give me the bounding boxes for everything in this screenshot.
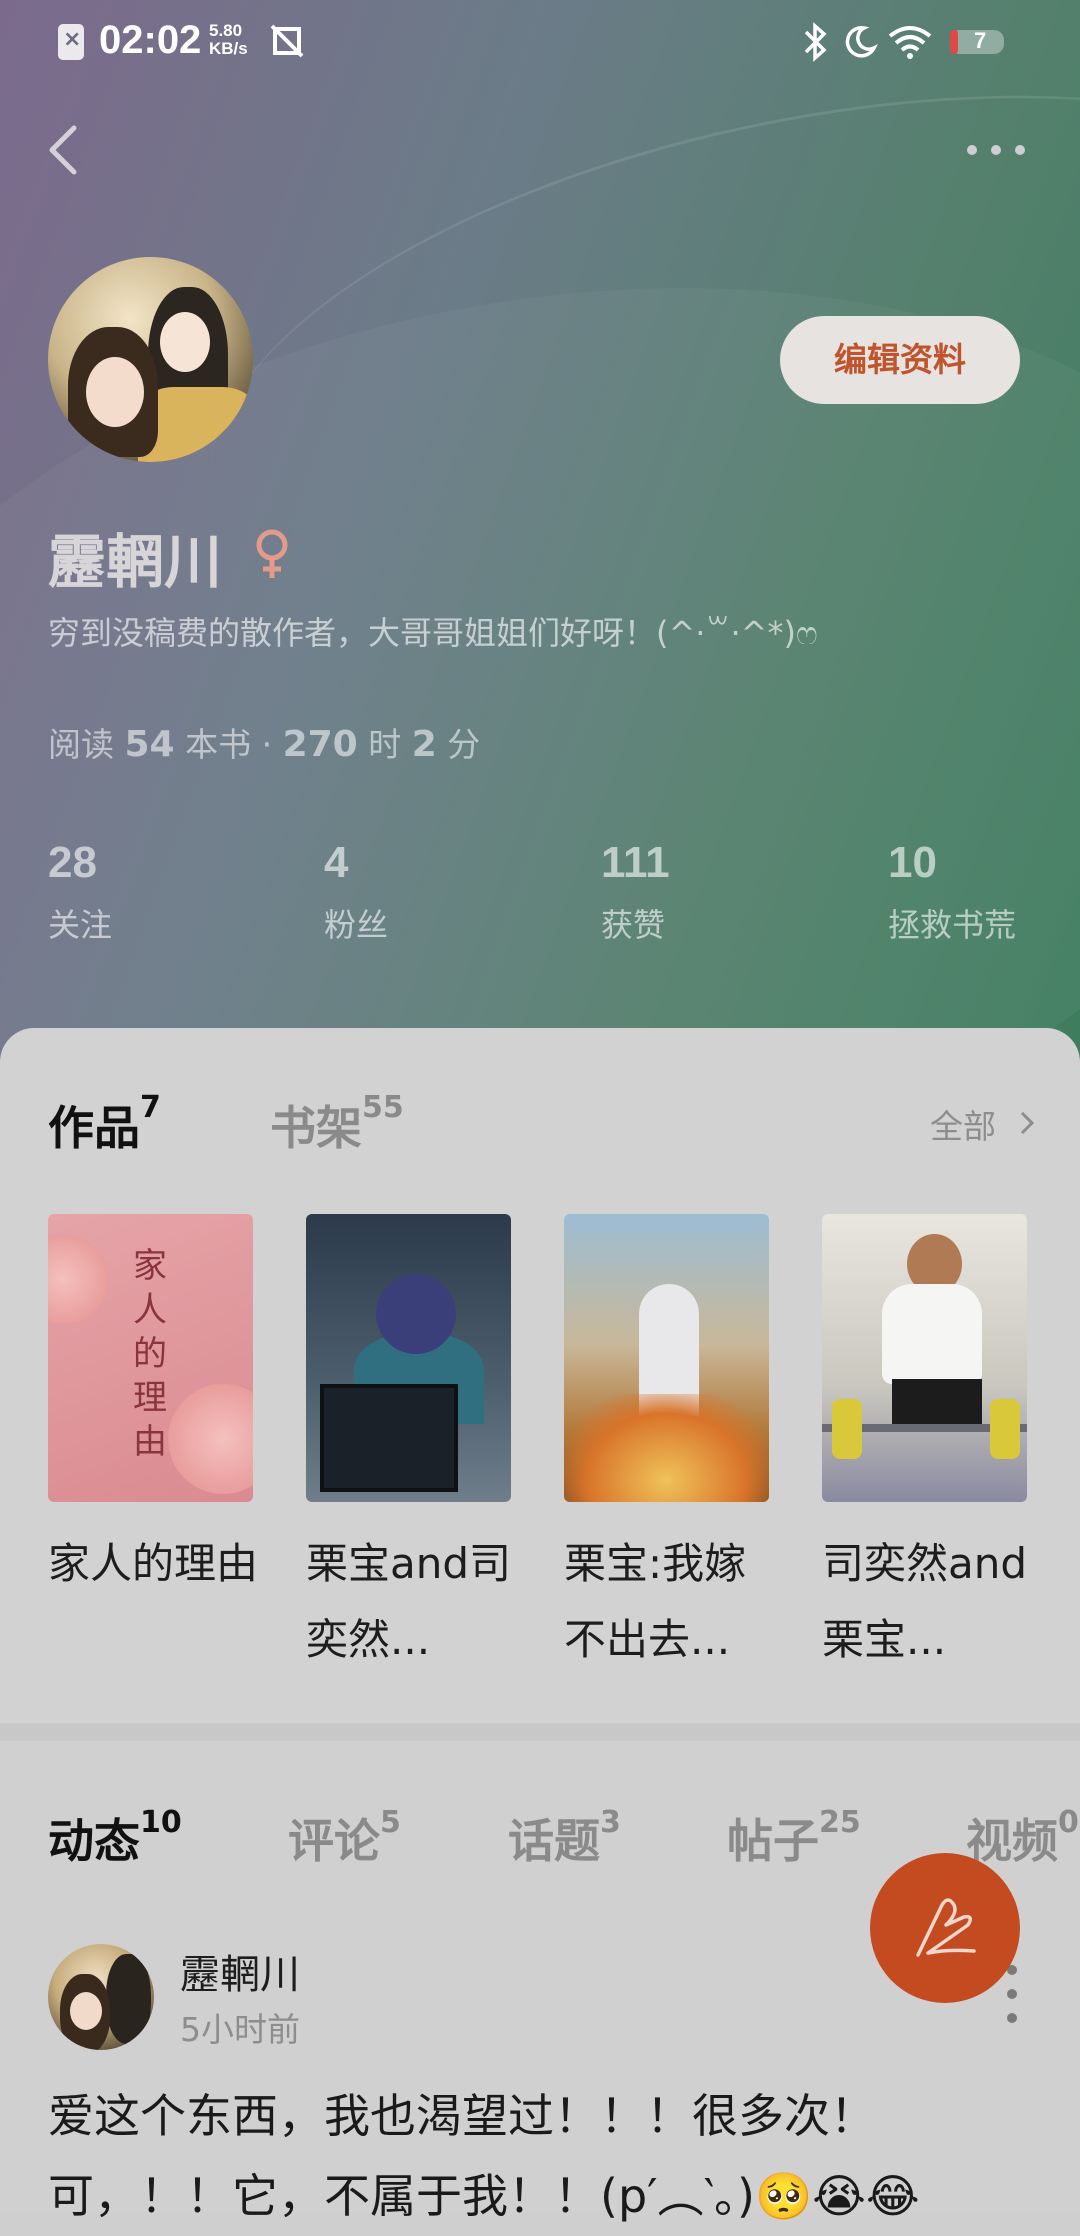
profile-avatar[interactable] bbox=[48, 257, 253, 462]
more-options-icon[interactable] bbox=[964, 136, 1028, 164]
book-cover-2[interactable] bbox=[306, 1214, 511, 1502]
screenshot-blocked-icon bbox=[270, 24, 304, 58]
tab-videos[interactable]: 视频0 bbox=[966, 1805, 1079, 1871]
tab-posts[interactable]: 帖子25 bbox=[727, 1805, 861, 1871]
do-not-disturb-moon-icon bbox=[845, 26, 878, 58]
stat-followers[interactable]: 4 粉丝 bbox=[324, 838, 388, 946]
post-timestamp: 5小时前 bbox=[180, 2010, 300, 2049]
book-title-4[interactable]: 司奕然and栗宝... bbox=[822, 1526, 1032, 1678]
network-speed-unit: KB/s bbox=[209, 39, 248, 58]
stat-likes[interactable]: 111 获赞 bbox=[601, 838, 670, 946]
network-speed-value: 5.80 bbox=[209, 21, 243, 40]
chevron-right-icon[interactable] bbox=[1018, 1108, 1036, 1138]
back-arrow-icon[interactable] bbox=[46, 124, 80, 176]
status-bar: 02:02 5.80 KB/s 7 bbox=[0, 0, 1080, 86]
book-cover-3[interactable] bbox=[564, 1214, 769, 1502]
reading-books-count: 54 bbox=[124, 724, 175, 765]
stat-rescue-book-shortage[interactable]: 10 拯救书荒 bbox=[888, 838, 1016, 946]
tab-topics[interactable]: 话题3 bbox=[508, 1805, 621, 1871]
tab-works[interactable]: 作品7 bbox=[48, 1090, 161, 1158]
wifi-icon bbox=[888, 26, 932, 59]
book-cover-1-title: 家人的理由 bbox=[133, 1246, 167, 1462]
book-title-1[interactable]: 家人的理由 bbox=[48, 1526, 258, 1602]
profile-bio: 穷到没稿费的散作者，大哥哥姐姐们好呀！(^·꒳·^*)ෆ bbox=[48, 614, 818, 652]
tab-activity[interactable]: 动态10 bbox=[48, 1805, 182, 1871]
no-sim-icon bbox=[58, 24, 84, 60]
profile-name: 靂輞川 bbox=[48, 528, 223, 596]
battery-level: 7 bbox=[974, 28, 987, 53]
reading-summary: 阅读 54 本书 · 270 时 2 分 bbox=[48, 724, 481, 765]
compose-button[interactable] bbox=[870, 1853, 1020, 2003]
reading-minutes: 2 bbox=[411, 724, 437, 765]
post-author-avatar[interactable] bbox=[48, 1944, 154, 2050]
stat-following[interactable]: 28 关注 bbox=[48, 838, 112, 946]
edit-profile-button[interactable]: 编辑资料 bbox=[780, 316, 1020, 404]
network-speed: 5.80 KB/s bbox=[209, 22, 248, 58]
status-time: 02:02 bbox=[99, 18, 202, 62]
pen-icon bbox=[916, 1898, 976, 1957]
female-gender-icon bbox=[256, 529, 288, 578]
reading-hours: 270 bbox=[282, 724, 358, 765]
post-content: 爱这个东西，我也渴望过！！！很多次！ 可，！！它，不属于我！！(p′︵‵。)🥺😭… bbox=[48, 2089, 920, 2223]
book-cover-4[interactable] bbox=[822, 1214, 1027, 1502]
view-all-link[interactable]: 全部 bbox=[930, 1100, 996, 1148]
section-divider bbox=[0, 1723, 1080, 1741]
post-more-icon[interactable] bbox=[1004, 1962, 1020, 2026]
tab-comments[interactable]: 评论5 bbox=[288, 1805, 401, 1871]
book-cover-1[interactable]: 家人的理由 bbox=[48, 1214, 253, 1502]
book-title-3[interactable]: 栗宝:我嫁不出去... bbox=[564, 1526, 774, 1678]
post-author-name[interactable]: 靂輞川 bbox=[180, 1942, 300, 2000]
tab-bookshelf[interactable]: 书架55 bbox=[270, 1090, 404, 1158]
book-title-2[interactable]: 栗宝and司奕然... bbox=[306, 1526, 516, 1678]
bluetooth-icon bbox=[804, 22, 827, 62]
